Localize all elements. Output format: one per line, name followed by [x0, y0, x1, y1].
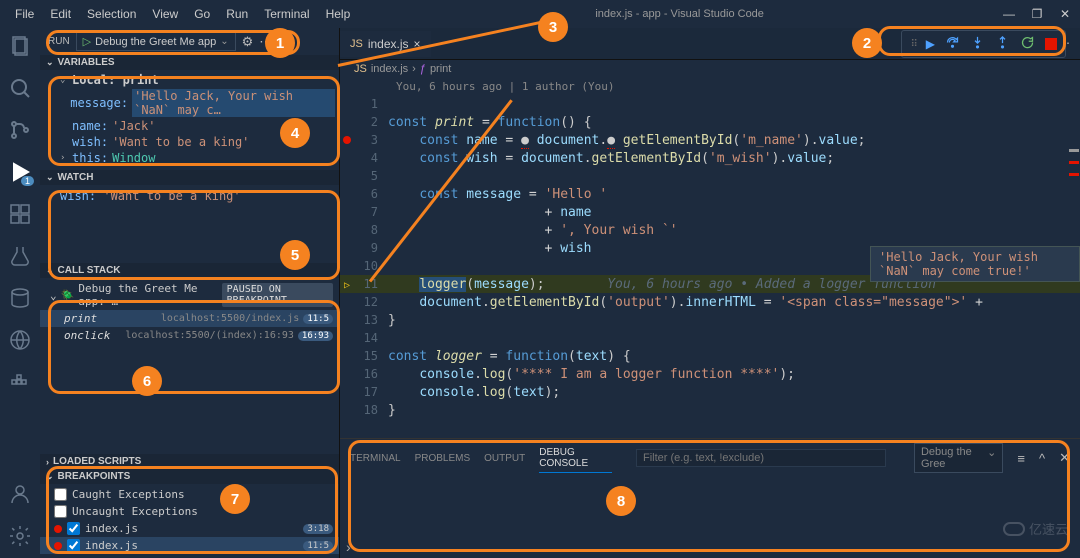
step-over-icon[interactable] [945, 35, 960, 53]
watermark: 亿速云 [1003, 519, 1068, 538]
launch-config-dropdown[interactable]: ▷ Debug the Greet Me app ⌄ [76, 32, 236, 51]
panel-close-icon[interactable]: ✕ [1059, 450, 1070, 466]
paused-badge: PAUSED ON BREAKPOINT [222, 283, 333, 307]
breakpoint-glyph[interactable] [343, 136, 351, 144]
run-header: RUN ▷ Debug the Greet Me app ⌄ ⚙ ⋯ [40, 28, 339, 55]
debug-console-filter[interactable] [636, 449, 886, 467]
extensions-icon[interactable] [8, 202, 32, 226]
stop-icon[interactable] [1045, 38, 1057, 50]
remote-icon[interactable] [8, 328, 32, 352]
database-icon[interactable] [8, 286, 32, 310]
panel-tab-problems[interactable]: Problems [415, 450, 471, 467]
debug-sidebar: RUN ▷ Debug the Greet Me app ⌄ ⚙ ⋯ ⌄Vari… [40, 28, 340, 558]
bug-icon: 🪲 [61, 289, 75, 302]
breakpoint-item[interactable]: index.js11:5 [40, 537, 339, 554]
title-bar: File Edit Selection View Go Run Terminal… [0, 0, 1080, 28]
editor-tab[interactable]: JS index.js × [340, 31, 431, 57]
docker-icon[interactable] [8, 370, 32, 394]
run-label: RUN [48, 36, 70, 47]
panel-tab-debug-console[interactable]: Debug Console [539, 444, 612, 473]
variable-row[interactable]: name: 'Jack' [48, 118, 339, 134]
stack-frame[interactable]: printlocalhost:5500/index.js11:5 [40, 310, 339, 327]
explorer-icon[interactable] [8, 34, 32, 58]
stack-frame[interactable]: onclicklocalhost:5500/(index):16:9316:93 [40, 327, 339, 344]
callstack-session[interactable]: ⌄🪲 Debug the Greet Me app: … PAUSED ON B… [40, 280, 339, 310]
step-out-icon[interactable] [995, 35, 1010, 53]
breakpoint-item[interactable]: index.js3:18 [40, 520, 339, 537]
section-breakpoints[interactable]: ⌄Breakpoints [40, 469, 339, 484]
menu-view[interactable]: View [145, 4, 185, 24]
bottom-panel: Terminal Problems Output Debug Console D… [340, 438, 1080, 558]
scope-row[interactable]: ⌄Local: print [48, 72, 339, 88]
close-icon[interactable]: ✕ [1058, 7, 1072, 21]
menu-file[interactable]: File [8, 4, 41, 24]
minimize-icon[interactable]: — [1002, 7, 1016, 21]
restart-icon[interactable] [1020, 35, 1035, 53]
chevron-down-icon: ⌄ [220, 36, 228, 47]
section-watch[interactable]: ⌄Watch [40, 170, 339, 185]
variable-row[interactable]: message: 'Hello Jack, Your wish `NaN` ma… [48, 88, 339, 118]
maximize-icon[interactable]: ❐ [1030, 7, 1044, 21]
step-into-icon[interactable] [970, 35, 985, 53]
js-file-icon: JS [350, 38, 363, 50]
more-icon[interactable]: ⋯ [259, 34, 272, 50]
menu-help[interactable]: Help [319, 4, 358, 24]
variable-row[interactable]: ›this: Window [48, 150, 339, 166]
overview-ruler[interactable] [1068, 141, 1080, 438]
section-loaded-scripts[interactable]: ›Loaded Scripts [40, 454, 339, 469]
account-icon[interactable] [8, 482, 32, 506]
clear-console-icon[interactable]: ≡ [1017, 451, 1025, 466]
menu-selection[interactable]: Selection [80, 4, 143, 24]
source-control-icon[interactable] [8, 118, 32, 142]
section-variables[interactable]: ⌄Variables [40, 55, 339, 70]
variable-row[interactable]: wish: 'Want to be a king' [48, 134, 339, 150]
debug-hover-value: 'Hello Jack, Your wish `NaN` may come tr… [870, 246, 1080, 282]
play-icon: ▷ [83, 35, 91, 48]
codelens[interactable]: You, 6 hours ago | 1 author (You) [340, 78, 1080, 95]
bp-caught-exceptions[interactable]: Caught Exceptions [40, 486, 339, 503]
window-title: index.js - app - Visual Studio Code [357, 8, 1002, 20]
breadcrumbs[interactable]: JSindex.js › ƒ print [340, 60, 1080, 78]
window-controls: — ❐ ✕ [1002, 7, 1072, 21]
debug-console-body[interactable] [340, 477, 1080, 558]
panel-maximize-icon[interactable]: ^ [1039, 451, 1045, 466]
settings-icon[interactable] [8, 524, 32, 548]
menu-bar: File Edit Selection View Go Run Terminal… [8, 4, 357, 24]
grip-icon[interactable]: ⠿ [910, 39, 915, 50]
bp-uncaught-exceptions[interactable]: Uncaught Exceptions [40, 503, 339, 520]
continue-icon[interactable]: ▶ [926, 37, 935, 51]
menu-go[interactable]: Go [187, 4, 217, 24]
gear-icon[interactable]: ⚙ [242, 34, 254, 50]
section-callstack[interactable]: ⌄Call Stack [40, 263, 339, 278]
debug-session-scope[interactable]: Debug the Gree⌄ [914, 443, 1003, 473]
tab-close-icon[interactable]: × [414, 37, 421, 51]
menu-edit[interactable]: Edit [43, 4, 78, 24]
menu-run[interactable]: Run [219, 4, 255, 24]
debug-toolbar[interactable]: ⠿ ▶ [901, 30, 1066, 58]
editor-area: ⠿ ▶ JS index.js × ⫠ ⋯ JSindex.js › ƒ pri… [340, 28, 1080, 558]
config-name: Debug the Greet Me app [95, 36, 216, 48]
panel-tab-terminal[interactable]: Terminal [350, 450, 401, 467]
instruction-pointer-icon: ▷ [344, 280, 350, 291]
activity-bar: 1 [0, 28, 40, 558]
panel-tab-output[interactable]: Output [484, 450, 525, 467]
debug-console-prompt[interactable]: › [340, 536, 351, 558]
watch-expression[interactable]: wish: 'Want to be a king' [48, 187, 339, 205]
testing-icon[interactable] [8, 244, 32, 268]
run-debug-icon[interactable]: 1 [8, 160, 32, 184]
search-icon[interactable] [8, 76, 32, 100]
menu-terminal[interactable]: Terminal [257, 4, 316, 24]
code-editor[interactable]: You, 6 hours ago | 1 author (You) 1 2con… [340, 78, 1080, 438]
